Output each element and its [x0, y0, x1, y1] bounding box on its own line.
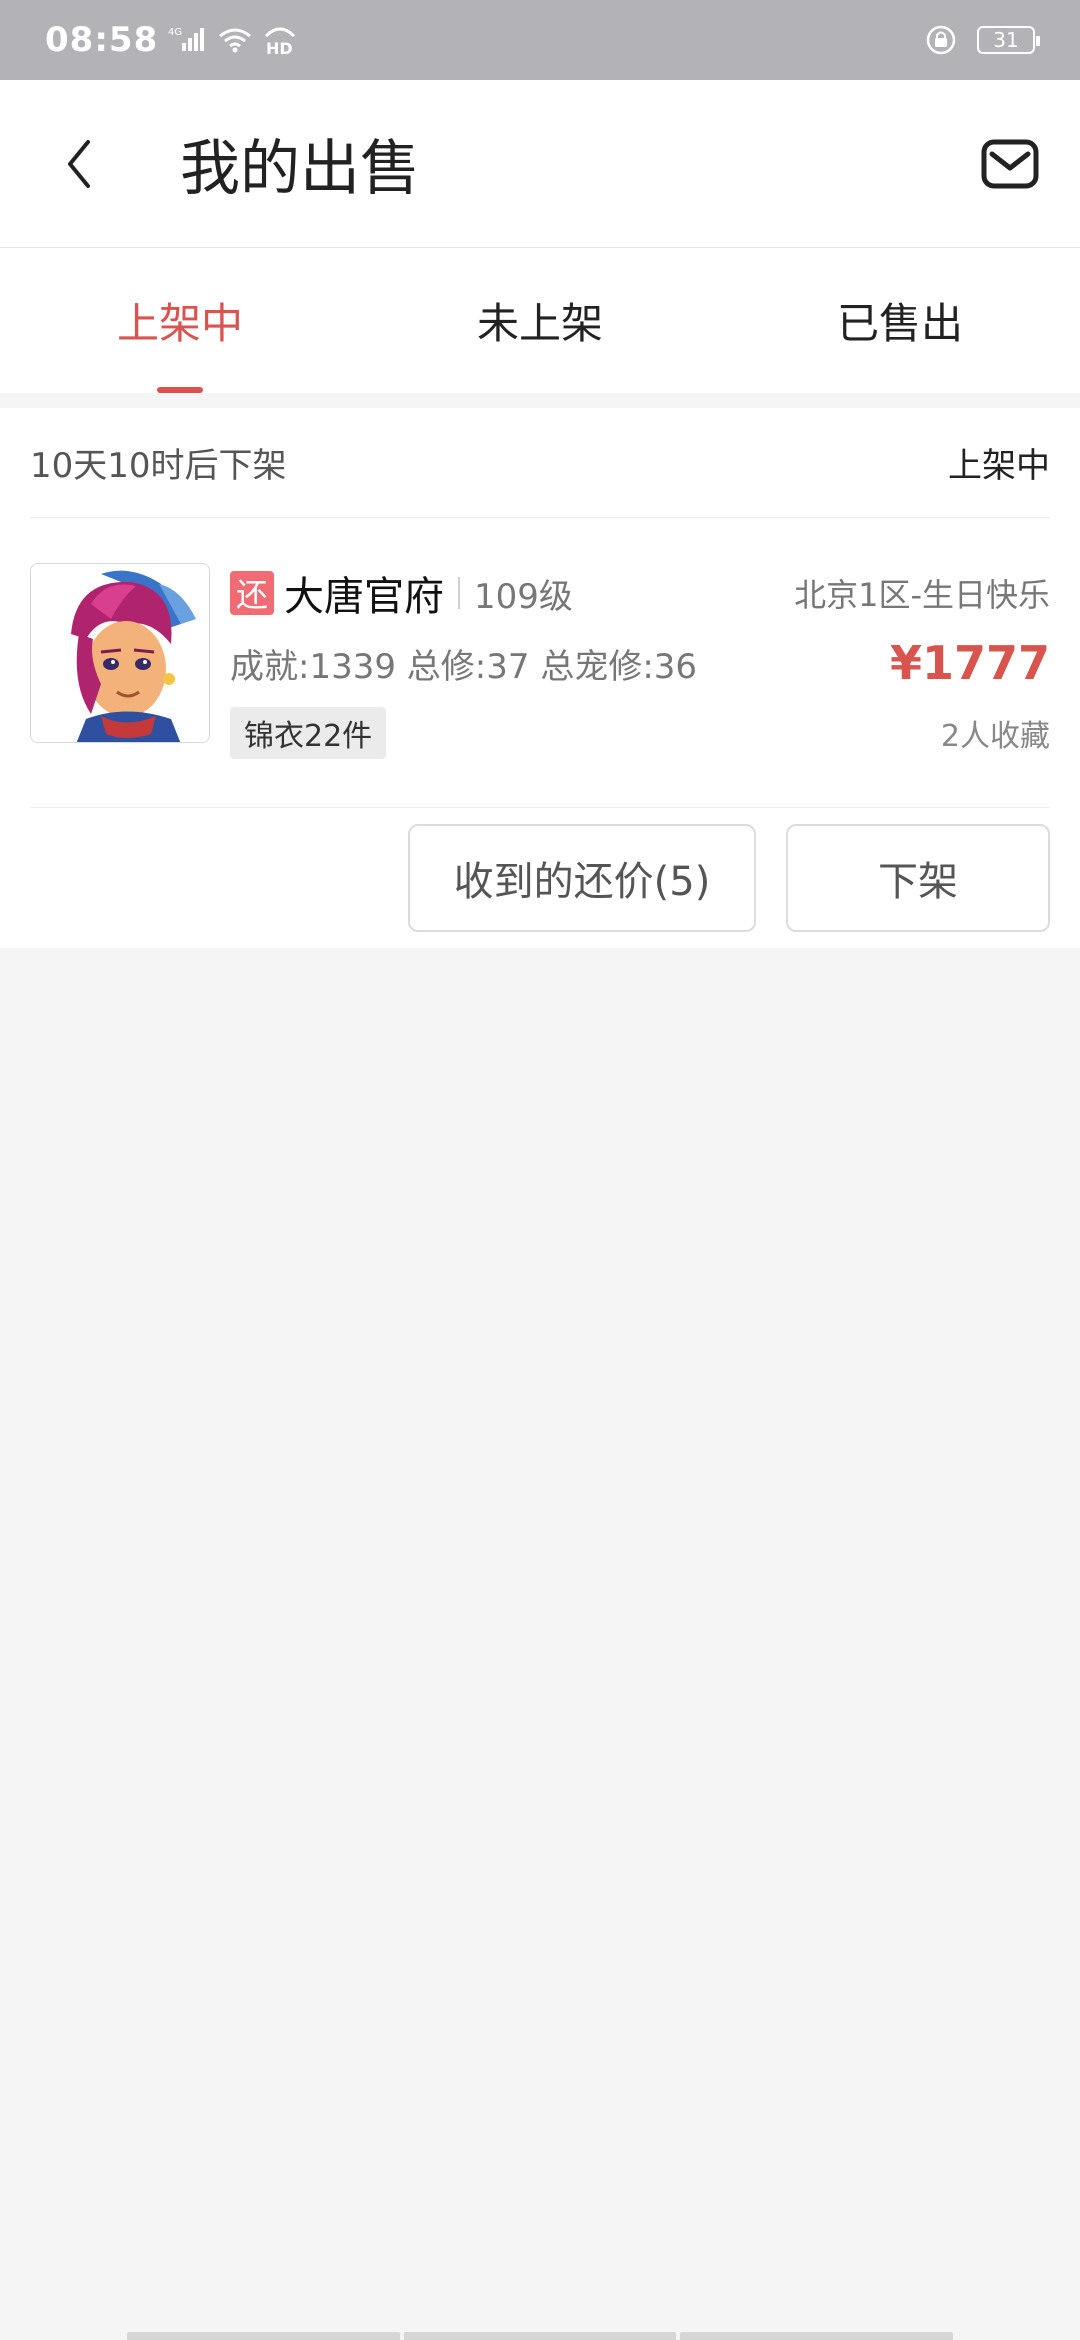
- character-level: 109级: [474, 576, 573, 617]
- tab-on-sale[interactable]: 上架中: [0, 248, 360, 393]
- hd-label: HD: [266, 39, 293, 56]
- listing-status: 上架中: [948, 446, 1050, 486]
- expire-countdown: 10天10时后下架: [30, 446, 287, 486]
- delist-button[interactable]: 下架: [786, 824, 1050, 932]
- listing-price: ¥1777: [889, 636, 1050, 690]
- listing-info: 还 大唐官府 109级 北京1区-生日快乐 成就:1339 总修:37 总宠修:…: [230, 563, 1050, 763]
- listing-card-body: 还 大唐官府 109级 北京1区-生日快乐 成就:1339 总修:37 总宠修:…: [30, 518, 1050, 808]
- listing-card-header: 10天10时后下架 上架中: [30, 408, 1050, 518]
- outfit-badge: 锦衣22件: [230, 707, 387, 759]
- back-button[interactable]: [30, 114, 130, 214]
- character-stats: 成就:1339 总修:37 总宠修:36: [230, 646, 698, 687]
- listing-card[interactable]: 10天10时后下架 上架中 还 大唐官府 109级 北京1区-生日快乐 成就:1…: [0, 408, 1080, 948]
- message-button[interactable]: [970, 124, 1050, 204]
- rotation-lock-icon: [925, 24, 957, 56]
- favorite-count: 2人收藏: [940, 719, 1050, 754]
- character-portrait: [31, 564, 209, 742]
- battery-icon: 31: [977, 26, 1040, 54]
- gesture-bar: [125, 2332, 955, 2340]
- wifi-icon: [218, 26, 252, 54]
- server-name: 北京1区-生日快乐: [794, 576, 1050, 614]
- tab-sold[interactable]: 已售出: [720, 248, 1080, 393]
- tab-not-listed[interactable]: 未上架: [360, 248, 720, 393]
- hd-icon: HD: [262, 24, 298, 56]
- status-time: 08:58: [45, 20, 159, 60]
- mail-icon: [981, 139, 1039, 188]
- network-label: 4G: [168, 27, 182, 38]
- status-bar: 08:58 4G HD 31: [0, 0, 1080, 80]
- app-header: 我的出售: [0, 80, 1080, 248]
- received-offers-button[interactable]: 收到的还价(5): [408, 824, 756, 932]
- bargain-tag: 还: [230, 571, 274, 615]
- battery-level: 31: [993, 28, 1019, 52]
- character-school: 大唐官府: [284, 574, 444, 620]
- tab-bar: 上架中 未上架 已售出: [0, 248, 1080, 393]
- signal-icon: 4G: [168, 25, 208, 55]
- page-title: 我的出售: [180, 134, 420, 204]
- divider: [458, 577, 460, 609]
- chevron-left-icon: [68, 139, 90, 188]
- character-avatar[interactable]: [30, 563, 210, 743]
- listing-actions: 收到的还价(5) 下架: [0, 808, 1080, 948]
